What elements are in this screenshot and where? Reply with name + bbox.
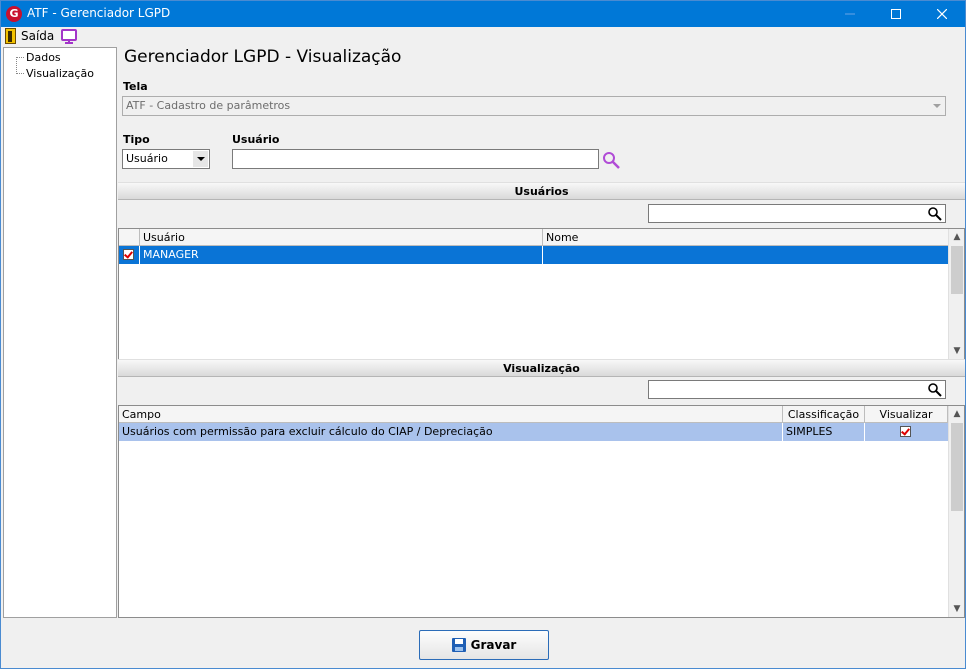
- maximize-icon: [891, 9, 901, 19]
- navigation-tree: Dados Visualização: [3, 47, 117, 618]
- exit-menu-item[interactable]: Saída: [21, 29, 54, 43]
- cell-usuario: MANAGER: [140, 246, 543, 264]
- usuario-input[interactable]: [232, 149, 599, 169]
- tela-select[interactable]: ATF - Cadastro de parâmetros: [122, 96, 946, 116]
- tela-dropdown-arrow[interactable]: [929, 98, 944, 114]
- usuario-label: Usuário: [232, 133, 280, 146]
- tree-item-visualizacao[interactable]: Visualização: [26, 67, 94, 80]
- search-icon[interactable]: [927, 382, 942, 397]
- users-search-input[interactable]: [648, 204, 946, 223]
- menu-bar: Saída: [1, 27, 965, 47]
- scroll-thumb[interactable]: [951, 246, 963, 294]
- search-usuario-icon[interactable]: [602, 151, 620, 169]
- save-disk-icon: [451, 638, 466, 652]
- scroll-down-icon[interactable]: ▼: [949, 343, 965, 359]
- chevron-down-icon: [196, 156, 205, 161]
- users-grid: Usuário Nome MANAGER ▲ ▼: [118, 228, 965, 360]
- tipo-dropdown-arrow[interactable]: [193, 151, 208, 167]
- save-button-label: Gravar: [470, 638, 517, 652]
- tipo-value: Usuário: [126, 152, 168, 165]
- view-col-classificacao[interactable]: Classificação: [783, 406, 865, 423]
- close-icon: [937, 9, 947, 19]
- tela-label: Tela: [123, 80, 148, 93]
- scroll-down-icon[interactable]: ▼: [949, 601, 965, 617]
- close-button[interactable]: [919, 1, 965, 27]
- view-col-visualizar[interactable]: Visualizar: [865, 406, 948, 423]
- scroll-up-icon[interactable]: ▲: [949, 229, 965, 245]
- title-bar[interactable]: G ATF - Gerenciador LGPD: [1, 1, 965, 27]
- visualizar-checkbox[interactable]: [900, 426, 911, 437]
- exit-door-icon[interactable]: [5, 28, 16, 44]
- monitor-icon[interactable]: [61, 29, 77, 44]
- scroll-up-icon[interactable]: ▲: [949, 406, 965, 422]
- users-col-nome[interactable]: Nome: [543, 229, 949, 246]
- tree-connector: [16, 73, 24, 74]
- tela-value: ATF - Cadastro de parâmetros: [126, 99, 291, 112]
- save-button[interactable]: Gravar: [419, 630, 549, 660]
- view-search-input[interactable]: [648, 380, 946, 399]
- main-window: G ATF - Gerenciador LGPD Saída Dados Vis…: [0, 0, 966, 669]
- users-grid-scrollbar[interactable]: ▲ ▼: [948, 229, 964, 359]
- tree-item-dados[interactable]: Dados: [26, 51, 61, 64]
- view-grid: Campo Classificação Visualizar Usuários …: [118, 405, 965, 618]
- cell-classificacao: SIMPLES: [783, 423, 865, 441]
- users-grid-check-header: [119, 229, 140, 246]
- view-section-header: Visualização: [118, 359, 965, 377]
- scroll-thumb[interactable]: [951, 423, 963, 511]
- view-col-campo[interactable]: Campo: [119, 406, 783, 423]
- row-checkbox[interactable]: [123, 249, 134, 260]
- tipo-select[interactable]: Usuário: [122, 149, 210, 169]
- page-title: Gerenciador LGPD - Visualização: [124, 47, 402, 67]
- row-check-cell[interactable]: [119, 246, 140, 264]
- users-section-header: Usuários: [118, 182, 965, 200]
- search-icon[interactable]: [927, 206, 942, 221]
- minimize-icon: [845, 13, 855, 15]
- tree-connector: [16, 57, 17, 74]
- table-row[interactable]: Usuários com permissão para excluir cálc…: [119, 423, 948, 441]
- chevron-down-icon: [932, 103, 941, 108]
- table-row[interactable]: MANAGER: [119, 246, 948, 264]
- maximize-button[interactable]: [873, 1, 919, 27]
- tipo-label: Tipo: [123, 133, 150, 146]
- view-grid-scrollbar[interactable]: ▲ ▼: [948, 406, 964, 617]
- window-title: ATF - Gerenciador LGPD: [27, 6, 171, 20]
- cell-visualizar[interactable]: [865, 423, 948, 441]
- cell-nome: [543, 246, 948, 264]
- minimize-button[interactable]: [827, 1, 873, 27]
- cell-campo: Usuários com permissão para excluir cálc…: [119, 423, 783, 441]
- tree-connector: [16, 57, 24, 58]
- app-logo-icon: G: [6, 6, 22, 22]
- users-col-usuario[interactable]: Usuário: [140, 229, 543, 246]
